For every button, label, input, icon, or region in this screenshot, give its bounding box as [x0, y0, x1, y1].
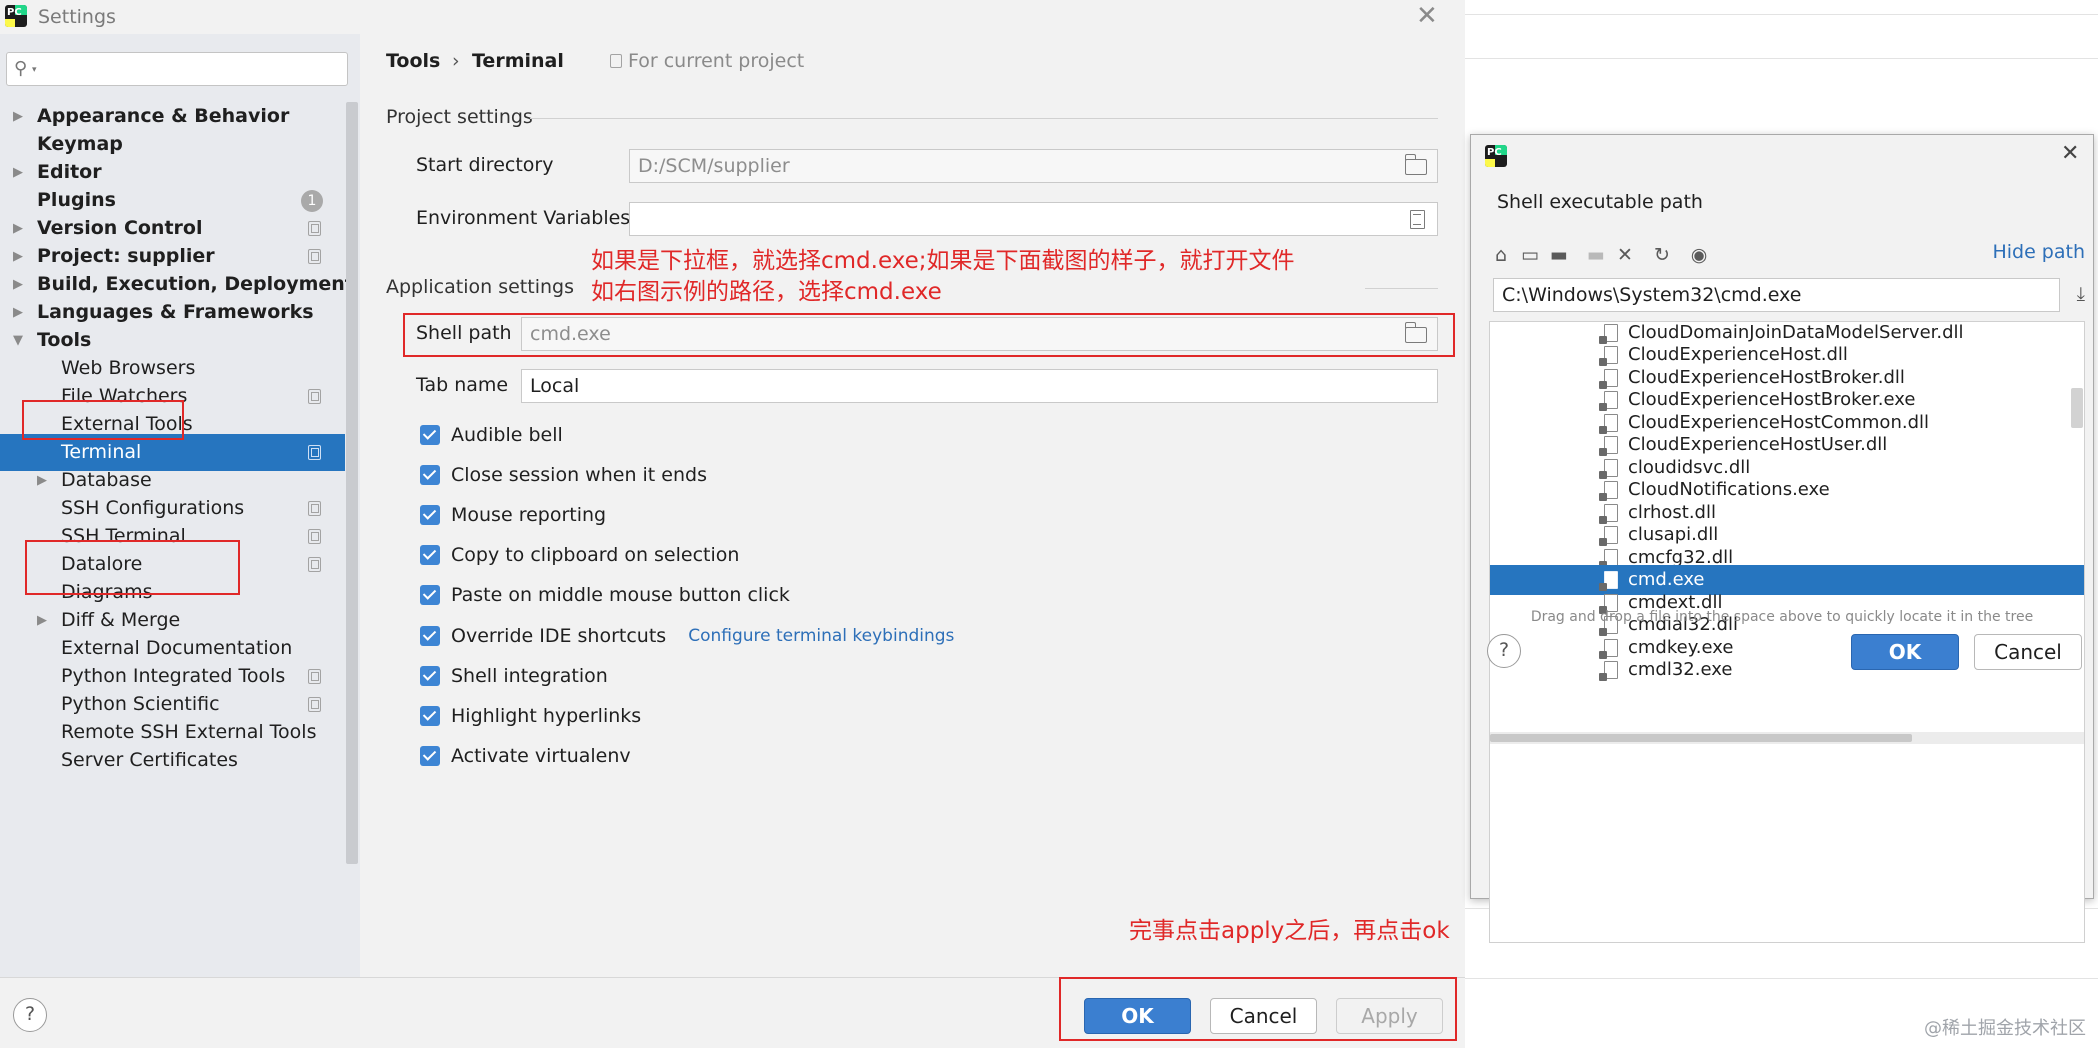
- settings-window: PC Settings ✕ ⚲ ▾ ▶ Appearance & Behavio…: [0, 0, 1465, 1048]
- override-ide-shortcuts-checkbox[interactable]: Override IDE shortcuts Configure termina…: [420, 621, 954, 651]
- search-icon: ⚲: [14, 58, 28, 79]
- show-hidden-icon[interactable]: ◉: [1687, 243, 1711, 267]
- close-icon[interactable]: ✕: [2061, 143, 2079, 165]
- ok-button[interactable]: OK: [1851, 634, 1959, 670]
- project-scope-icon: [610, 54, 622, 68]
- pycharm-logo-icon: PC: [5, 5, 27, 27]
- env-vars-label: Environment Variables: [416, 207, 631, 229]
- annotation-note-apply: 完事点击apply之后，再点击ok: [1129, 918, 1450, 944]
- home-icon[interactable]: ⌂: [1489, 243, 1513, 267]
- activate-virtualenv-checkbox[interactable]: Activate virtualenv: [420, 741, 631, 771]
- annotation-note-line1: 如果是下拉框，就选择cmd.exe;如果是下面截图的样子，就打开文件: [591, 248, 1295, 274]
- mouse-reporting-checkbox[interactable]: Mouse reporting: [420, 500, 606, 530]
- path-input[interactable]: C:\Windows\System32\cmd.exe: [1493, 278, 2060, 312]
- file-icon: [1599, 346, 1618, 366]
- project-scope-icon: [308, 389, 321, 404]
- highlight-hyperlinks-checkbox[interactable]: Highlight hyperlinks: [420, 701, 641, 731]
- checkbox-checked[interactable]: [420, 626, 440, 646]
- pycharm-logo-icon: PC: [1485, 145, 1507, 167]
- file-icon: [1599, 571, 1618, 591]
- project-scope-icon: [308, 221, 321, 236]
- annotation-box-shell-path: [403, 313, 1455, 357]
- terminal-settings-panel: Tools › Terminal For current project Pro…: [360, 34, 1465, 977]
- project-folder-icon[interactable]: ▬: [1547, 243, 1571, 267]
- breadcrumb-parent[interactable]: Tools: [386, 50, 440, 72]
- checkbox-checked[interactable]: [420, 505, 440, 525]
- file-tree[interactable]: CloudDomainJoinDataModelServer.dll Cloud…: [1489, 321, 2085, 943]
- watermark: @稀土掘金技术社区: [1924, 1018, 2086, 1039]
- divider: [1465, 14, 2098, 15]
- sidebar-item-server-certificates[interactable]: Server Certificates: [0, 742, 345, 779]
- checkbox-checked[interactable]: [420, 425, 440, 445]
- env-vars-field[interactable]: [629, 202, 1438, 236]
- file-icon: [1599, 481, 1618, 501]
- project-scope-icon: [308, 249, 321, 264]
- project-scope-icon: [308, 445, 321, 460]
- start-directory-field[interactable]: D:/SCM/supplier: [629, 149, 1438, 183]
- paste-middle-click-checkbox[interactable]: Paste on middle mouse button click: [420, 580, 790, 610]
- refresh-icon[interactable]: ↻: [1650, 243, 1674, 267]
- title-bar: PC Settings ✕: [0, 0, 1465, 34]
- breadcrumb-separator: ›: [452, 50, 460, 72]
- shell-integration-checkbox[interactable]: Shell integration: [420, 661, 608, 691]
- project-scope-icon: [308, 557, 321, 572]
- start-directory-label: Start directory: [416, 154, 554, 176]
- sidebar-scrollbar[interactable]: [346, 102, 358, 864]
- desktop-icon[interactable]: ▭: [1518, 243, 1542, 267]
- application-settings-title: Application settings: [386, 276, 574, 298]
- checkbox-checked[interactable]: [420, 545, 440, 565]
- checkbox-checked[interactable]: [420, 465, 440, 485]
- annotation-box-buttons: [1059, 977, 1457, 1041]
- copy-on-selection-checkbox[interactable]: Copy to clipboard on selection: [420, 540, 739, 570]
- annotation-note-line2: 如右图示例的路径，选择cmd.exe: [591, 279, 942, 305]
- search-input[interactable]: ⚲ ▾: [6, 52, 348, 86]
- shell-executable-dialog: PC ✕ Shell executable path ⌂ ▭ ▬ ▬ ✕ ↻ ◉…: [1470, 134, 2094, 943]
- close-icon[interactable]: ✕: [1416, 3, 1438, 29]
- hide-path-link[interactable]: Hide path: [1992, 241, 2085, 263]
- help-button[interactable]: ?: [1487, 634, 1521, 668]
- browse-folder-icon[interactable]: [1404, 154, 1427, 175]
- download-icon[interactable]: ⤓: [2077, 283, 2085, 305]
- plugins-update-badge: 1: [301, 190, 323, 212]
- divider: [1465, 58, 2098, 59]
- checkbox-checked[interactable]: [420, 585, 440, 605]
- file-tree-hscrollbar[interactable]: [1490, 732, 2084, 744]
- settings-sidebar: ⚲ ▾ ▶ Appearance & Behavior Keymap ▶ Edi…: [0, 34, 360, 977]
- checkbox-checked[interactable]: [420, 746, 440, 766]
- file-icon: [1599, 391, 1618, 411]
- file-icon: [1599, 661, 1618, 681]
- close-session-checkbox[interactable]: Close session when it ends: [420, 460, 707, 490]
- project-scope-icon: [308, 529, 321, 544]
- section-divider: [1365, 288, 1438, 289]
- dialog-title: Shell executable path: [1497, 191, 1703, 213]
- tab-name-field[interactable]: Local: [521, 369, 1438, 403]
- file-icon: [1599, 436, 1618, 456]
- annotation-box-tools: [22, 400, 184, 440]
- audible-bell-checkbox[interactable]: Audible bell: [420, 420, 563, 450]
- project-scope-icon: [308, 501, 321, 516]
- section-divider: [530, 118, 1438, 119]
- drag-drop-hint: Drag and drop a file into the space abov…: [1530, 609, 2034, 625]
- tab-name-label: Tab name: [416, 374, 509, 396]
- project-settings-title: Project settings: [386, 106, 533, 128]
- file-tree-scrollbar[interactable]: [2071, 388, 2083, 428]
- checkbox-checked[interactable]: [420, 706, 440, 726]
- edit-env-vars-icon[interactable]: [1410, 210, 1425, 229]
- delete-icon[interactable]: ✕: [1613, 243, 1637, 267]
- new-folder-icon[interactable]: ▬: [1584, 243, 1608, 267]
- window-title: Settings: [38, 6, 116, 28]
- checkbox-checked[interactable]: [420, 666, 440, 686]
- search-options-icon[interactable]: ▾: [32, 65, 37, 75]
- project-scope-icon: [308, 669, 321, 684]
- cancel-button[interactable]: Cancel: [1974, 634, 2082, 670]
- configure-keybindings-link[interactable]: Configure terminal keybindings: [688, 626, 954, 646]
- scope-label: For current project: [610, 50, 804, 72]
- annotation-box-terminal: [25, 540, 240, 595]
- file-icon: [1599, 526, 1618, 546]
- project-scope-icon: [308, 697, 321, 712]
- page-title: Terminal: [472, 50, 564, 72]
- divider: [1465, 978, 2098, 979]
- help-button[interactable]: ?: [13, 998, 47, 1032]
